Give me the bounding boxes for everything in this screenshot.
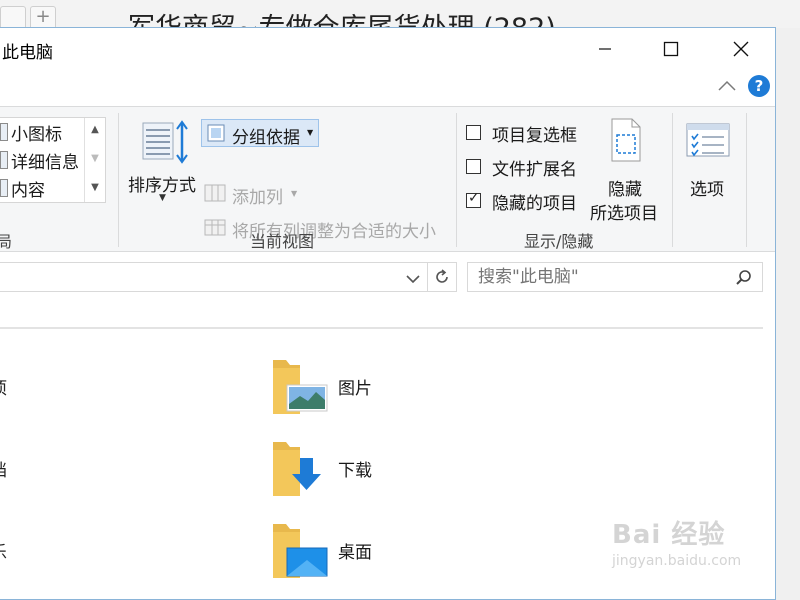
close-button[interactable] bbox=[718, 28, 764, 70]
ribbon-tab-row: ? bbox=[0, 70, 775, 106]
baidu-watermark: Bai 经验 jingyan.baidu.com bbox=[612, 514, 741, 569]
hide-selected-items-button[interactable]: 隐藏 所选项目 bbox=[588, 117, 664, 225]
layout-gallery: 小图标 详细信息 内容 ▲ ▼ ▼ bbox=[0, 117, 106, 203]
refresh-icon bbox=[436, 269, 448, 283]
gallery-expand-icon[interactable]: ▼ bbox=[85, 178, 105, 198]
group-by-dropdown-icon: ▼ bbox=[307, 128, 314, 137]
hidden-items-label: 隐藏的项目 bbox=[492, 194, 577, 214]
maximize-button[interactable] bbox=[648, 28, 694, 70]
show-hide-group-label: 显示/隐藏 bbox=[524, 232, 594, 251]
layout-small-icons-label: 小图标 bbox=[11, 124, 62, 145]
minimize-button[interactable] bbox=[582, 28, 628, 70]
layout-details-label: 详细信息 bbox=[11, 152, 79, 173]
content-icon bbox=[0, 179, 8, 197]
close-icon bbox=[733, 41, 749, 57]
gallery-up-arrow-icon[interactable]: ▲ bbox=[85, 120, 105, 140]
hide-selected-label-line2: 所选项目 bbox=[590, 204, 658, 224]
item-checkboxes-checkbox[interactable] bbox=[466, 125, 481, 140]
sort-by-dropdown-icon: ▼ bbox=[159, 193, 166, 203]
watermark-url: jingyan.baidu.com bbox=[612, 553, 742, 569]
group-by-label: 分组依据 bbox=[232, 128, 300, 148]
left-item-fragment: 档 bbox=[0, 456, 7, 481]
folder-item-pictures[interactable]: 图片 bbox=[270, 356, 470, 420]
gallery-down-arrow-icon[interactable]: ▼ bbox=[85, 149, 105, 169]
downloads-folder-icon bbox=[273, 442, 321, 496]
group-divider bbox=[672, 113, 673, 247]
size-all-columns-button[interactable]: 将所有列调整为合适的大小 bbox=[204, 215, 448, 242]
watermark-brand: Bai 经验 bbox=[612, 520, 726, 550]
group-divider bbox=[118, 113, 119, 247]
layout-small-icons[interactable]: 小图标 bbox=[0, 118, 62, 146]
options-label: 选项 bbox=[690, 180, 724, 200]
options-icon bbox=[686, 123, 730, 157]
small-icons-icon bbox=[0, 123, 8, 141]
layout-content[interactable]: 内容 bbox=[0, 174, 45, 202]
group-by-icon bbox=[207, 124, 225, 142]
search-box[interactable] bbox=[467, 262, 763, 292]
item-checkboxes-label: 项目复选框 bbox=[492, 126, 577, 146]
hide-selected-items-icon bbox=[611, 118, 641, 162]
desktop-folder-icon bbox=[273, 524, 328, 578]
hidden-items-checkbox[interactable]: ✓ bbox=[466, 190, 481, 208]
file-extensions-toggle[interactable]: 文件扩展名 bbox=[466, 155, 586, 181]
folder-name: 下载 bbox=[338, 461, 372, 481]
file-extensions-checkbox[interactable] bbox=[466, 159, 481, 174]
group-divider bbox=[456, 113, 457, 247]
search-icon[interactable] bbox=[735, 269, 753, 287]
layout-group-label: 局 bbox=[0, 232, 13, 251]
current-view-group-label: 当前视图 bbox=[250, 232, 315, 251]
sort-by-button[interactable]: 排序方式 ▼ bbox=[124, 115, 200, 225]
details-icon bbox=[0, 151, 8, 169]
address-history-chevron-down-icon[interactable] bbox=[406, 274, 420, 284]
pictures-folder-icon bbox=[273, 360, 328, 414]
item-checkboxes-toggle[interactable]: 项目复选框 bbox=[466, 121, 586, 147]
help-button[interactable]: ? bbox=[748, 75, 770, 97]
add-column-icon bbox=[204, 184, 226, 202]
maximize-icon bbox=[663, 41, 679, 57]
folder-name: 图片 bbox=[338, 379, 372, 399]
layout-gallery-scroller: ▲ ▼ ▼ bbox=[84, 118, 105, 202]
size-all-columns-icon bbox=[204, 219, 226, 236]
window-title: 此电脑 bbox=[2, 43, 53, 63]
sort-by-icon bbox=[142, 120, 188, 164]
minimize-icon bbox=[599, 48, 611, 50]
layout-content-label: 内容 bbox=[11, 180, 45, 201]
collapse-ribbon-icon[interactable] bbox=[716, 78, 738, 94]
ribbon: 小图标 详细信息 内容 ▲ ▼ ▼ 局 排序方式 ▼ 分组依据 ▼ 添加列 ▼ … bbox=[0, 106, 775, 252]
background-window-strip: + 军华商贸~专做仓库尾货处理 (282) bbox=[0, 0, 800, 44]
add-column-label: 添加列 bbox=[232, 188, 283, 208]
checkmark-icon: ✓ bbox=[468, 190, 480, 206]
layout-details[interactable]: 详细信息 bbox=[0, 146, 79, 174]
left-item-fragment: 乐 bbox=[0, 538, 7, 563]
file-extensions-label: 文件扩展名 bbox=[492, 160, 577, 180]
add-column-dropdown-icon: ▼ bbox=[291, 189, 298, 198]
add-column-button[interactable]: 添加列 ▼ bbox=[204, 181, 304, 208]
group-divider bbox=[746, 113, 747, 247]
search-input[interactable] bbox=[478, 266, 728, 288]
title-bar: 此电脑 bbox=[0, 28, 775, 70]
section-divider bbox=[0, 327, 763, 329]
folder-name: 桌面 bbox=[338, 543, 372, 563]
folder-item-desktop[interactable]: 桌面 bbox=[270, 520, 470, 584]
navigation-bar bbox=[0, 262, 775, 296]
hide-selected-label-line1: 隐藏 bbox=[608, 180, 642, 200]
refresh-button[interactable] bbox=[427, 262, 457, 292]
hidden-items-toggle[interactable]: ✓ 隐藏的项目 bbox=[466, 189, 586, 215]
address-bar[interactable] bbox=[0, 262, 428, 292]
left-item-fragment: 项 bbox=[0, 374, 7, 399]
folder-item-downloads[interactable]: 下载 bbox=[270, 438, 470, 502]
options-button[interactable]: 选项 bbox=[678, 117, 742, 225]
group-by-button[interactable]: 分组依据 ▼ bbox=[201, 119, 319, 148]
